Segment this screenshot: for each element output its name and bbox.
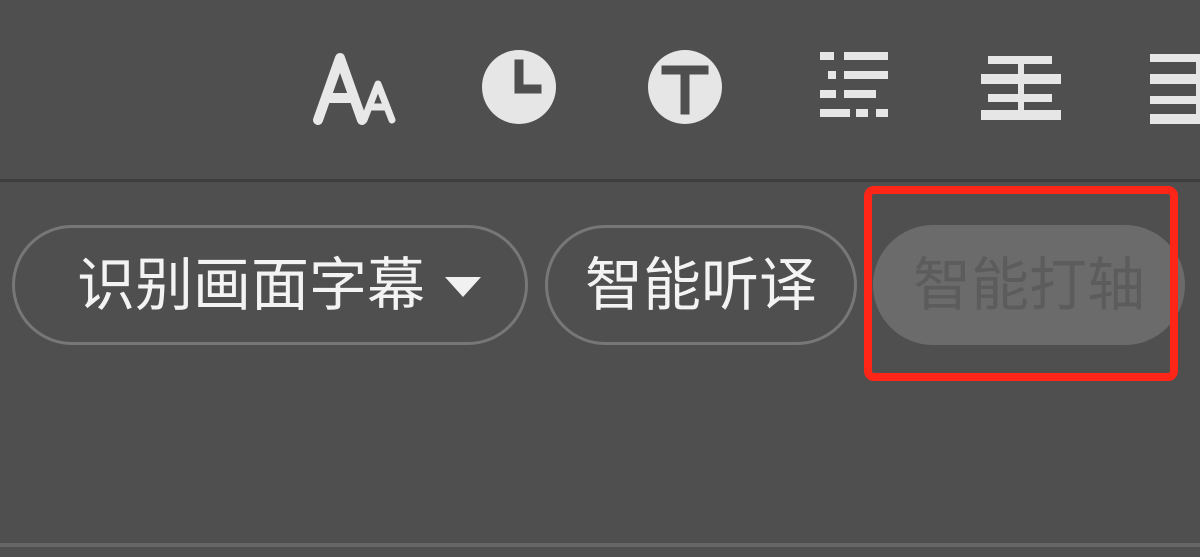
recognize-subtitles-button[interactable]: 识别画面字幕	[12, 225, 528, 345]
chevron-down-icon	[445, 277, 481, 297]
smart-listen-translate-button[interactable]: 智能听译	[545, 225, 857, 345]
align-right-icon[interactable]	[1140, 44, 1200, 130]
text-circle-icon[interactable]	[640, 44, 730, 130]
sliders-icon[interactable]	[808, 44, 898, 130]
smart-timeline-button[interactable]: 智能打轴	[873, 225, 1185, 345]
smart-listen-translate-label: 智能听译	[584, 251, 817, 319]
align-center-icon[interactable]	[976, 44, 1066, 130]
recognize-subtitles-label: 识别画面字幕	[76, 251, 425, 319]
bottom-divider	[0, 543, 1200, 547]
clock-icon[interactable]	[474, 44, 564, 130]
top-toolbar	[0, 0, 1200, 182]
smart-timeline-label: 智能打轴	[912, 251, 1145, 319]
font-size-icon[interactable]	[312, 44, 402, 130]
